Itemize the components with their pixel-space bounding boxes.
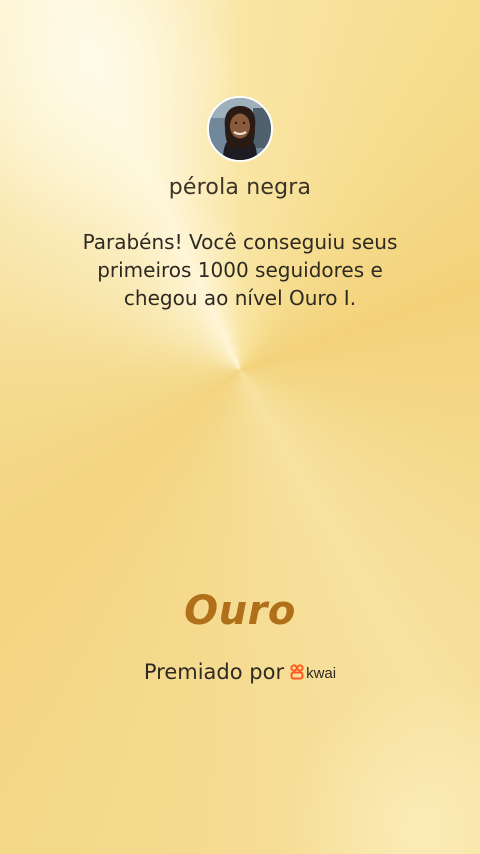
congrats-message: Parabéns! Você conseguiu seus primeiros … <box>82 230 398 310</box>
level-title: Ouro <box>184 588 296 634</box>
awarded-by-label: Premiado por <box>143 660 285 684</box>
username: pérola negra <box>168 175 312 200</box>
avatar <box>207 96 273 162</box>
brand: kwai <box>290 663 337 684</box>
awarded-by: Premiado por kwai <box>0 660 480 684</box>
kwai-logo-icon <box>290 663 304 684</box>
brand-name: kwai <box>306 665 337 682</box>
